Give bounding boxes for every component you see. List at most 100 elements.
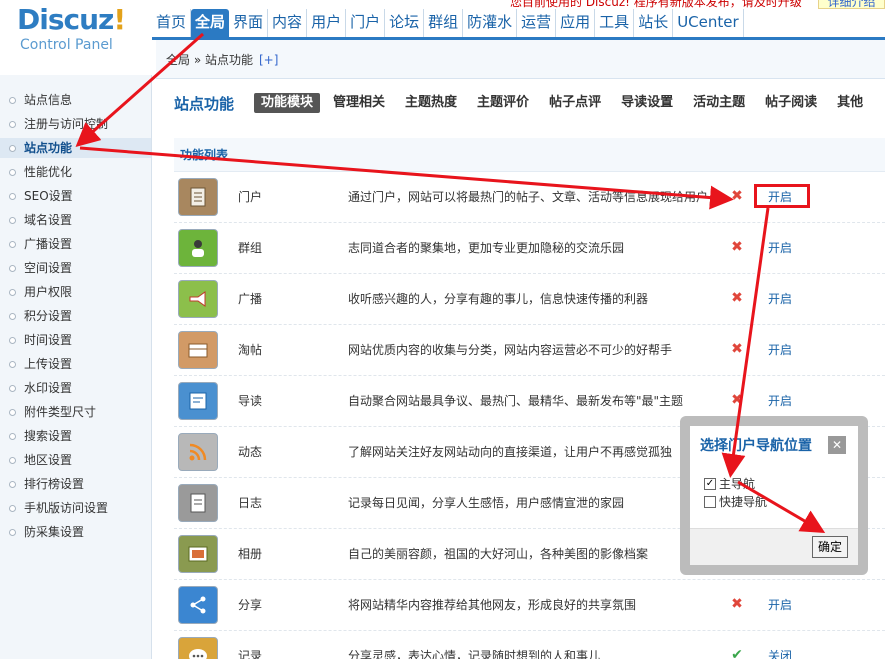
guide-icon [178,382,218,420]
sidebar-item[interactable]: 用户权限 [0,282,151,302]
page-title: 站点功能 [174,95,235,113]
sub-tab[interactable]: 管理相关 [326,93,392,113]
sidebar-item[interactable]: 注册与访问控制 [0,114,151,134]
nav-item[interactable]: 群组 [424,9,464,37]
module-name: 动态 [238,445,263,459]
module-name: 相册 [238,547,263,561]
nav-item[interactable]: 应用 [556,9,596,37]
module-name: 群组 [238,241,263,255]
module-name: 记录 [238,649,263,659]
dialog-footer: 确定 [690,528,858,565]
nav-item[interactable]: 首页 [152,9,192,37]
sidebar-item[interactable]: 排行榜设置 [0,474,151,494]
logo-subtitle: Control Panel [20,37,113,53]
module-description: 分享灵感，表达心情，记录随时想到的人和事儿 [348,649,601,659]
quick-nav-checkbox[interactable] [704,496,716,508]
sidebar-item[interactable]: 性能优化 [0,162,151,182]
sub-tab[interactable]: 主题评价 [470,93,536,113]
module-description: 将网站精华内容推荐给其他网友，形成良好的共享氛围 [348,598,637,612]
nav-item[interactable]: 全局 [191,9,230,37]
nav-item[interactable]: 工具 [595,9,635,37]
module-row: 记录 分享灵感，表达心情，记录随时想到的人和事儿 ✔ 关闭 [174,631,885,659]
module-toggle-link[interactable]: 开启 [768,580,792,631]
nav-item[interactable]: 论坛 [385,9,425,37]
nav-item[interactable]: 界面 [229,9,269,37]
logo-bang: ! [113,3,126,36]
dialog-title: 选择门户导航位置 [700,438,812,454]
module-description: 记录每日见闻，分享人生感悟，用户感情宣泄的家园 [348,496,625,510]
module-description: 了解网站关注好友网站动向的直接渠道，让用户不再感觉孤独 [348,445,673,459]
close-icon[interactable]: ✕ [828,436,846,454]
nav-item[interactable]: 用户 [307,9,347,37]
tray-icon [178,331,218,369]
rss-icon [178,433,218,471]
sidebar-item[interactable]: SEO设置 [0,186,151,206]
module-name: 淘帖 [238,343,263,357]
module-toggle-link[interactable]: 开启 [768,274,792,325]
share-icon [178,586,218,624]
option-main-nav[interactable]: ✓ 主导航 [704,476,755,492]
breadcrumb: 全局 » 站点功能 [+] [156,40,885,79]
megaphone-icon [178,280,218,318]
breadcrumb-add-link[interactable]: [+] [259,53,278,67]
enabled-icon: ✔ [731,647,743,659]
sidebar-item[interactable]: 积分设置 [0,306,151,326]
sub-tab[interactable]: 帖子阅读 [758,93,824,113]
sidebar-item[interactable]: 空间设置 [0,258,151,278]
module-row: 广播 收听感兴趣的人，分享有趣的事儿，信息快速传播的利器 ✖ 开启 [174,274,885,325]
sidebar-item[interactable]: 地区设置 [0,450,151,470]
nav-item[interactable]: 运营 [517,9,557,37]
sidebar-item[interactable]: 站点信息 [0,90,151,110]
nav-item[interactable]: 站长 [634,9,674,37]
sub-tab[interactable]: 帖子点评 [542,93,608,113]
sub-tab[interactable]: 功能模块 [254,93,321,113]
sidebar-item[interactable]: 防采集设置 [0,522,151,542]
sub-tabs: 功能模块 管理相关 主题热度 主题评价 帖子点评 导读设置 活动主题 帖子阅读 其他 [254,93,870,113]
module-toggle-link[interactable]: 开启 [768,223,792,274]
sidebar-item[interactable]: 水印设置 [0,378,151,398]
sidebar-item[interactable]: 时间设置 [0,330,151,350]
sidebar-item[interactable]: 站点功能 [0,138,151,158]
disabled-icon: ✖ [731,392,743,408]
sub-tab[interactable]: 导读设置 [614,93,680,113]
disabled-icon: ✖ [731,596,743,612]
module-row: 分享 将网站精华内容推荐给其他网友，形成良好的共享氛围 ✖ 开启 [174,580,885,631]
disabled-icon: ✖ [731,239,743,255]
sidebar-item[interactable]: 手机版访问设置 [0,498,151,518]
disabled-icon: ✖ [731,341,743,357]
blog-icon [178,484,218,522]
logo[interactable]: Discuz! Control Panel [0,0,152,70]
sidebar-item[interactable]: 上传设置 [0,354,151,374]
nav-item[interactable]: 门户 [346,9,386,37]
sidebar-item[interactable]: 搜索设置 [0,426,151,446]
update-details-link[interactable]: 详细介绍 [818,0,885,9]
sidebar-item[interactable]: 域名设置 [0,210,151,230]
nav-item[interactable]: 防灌水 [463,9,518,37]
option-label: 快捷导航 [719,495,768,509]
option-label: 主导航 [719,477,756,491]
sub-tab[interactable]: 其他 [830,93,870,113]
sidebar-item[interactable]: 附件类型尺寸 [0,402,151,422]
disabled-icon: ✖ [731,188,743,204]
portal-nav-dialog: 选择门户导航位置 ✕ ✓ 主导航 快捷导航 确定 [690,426,858,565]
option-quick-nav[interactable]: 快捷导航 [704,494,767,510]
module-description: 自动聚合网站最具争议、最热门、最精华、最新发布等"最"主题 [348,394,684,408]
module-name: 日志 [238,496,263,510]
update-notice: 您目前使用的 Discuz! 程序有新版本发布，请及时升级 [510,0,802,9]
module-toggle-link[interactable]: 开启 [768,325,792,376]
nav-item[interactable]: 内容 [268,9,308,37]
sub-tab[interactable]: 活动主题 [686,93,752,113]
confirm-button[interactable]: 确定 [812,536,848,558]
portal-icon [178,178,218,216]
sub-tab[interactable]: 主题热度 [398,93,464,113]
nav-item[interactable]: UCenter [673,9,744,37]
logo-brand: Discuz [17,3,114,36]
module-row: 淘帖 网站优质内容的收集与分类，网站内容运营必不可少的好帮手 ✖ 开启 [174,325,885,376]
album-icon [178,535,218,573]
sidebar-item[interactable]: 广播设置 [0,234,151,254]
main-nav-checkbox[interactable]: ✓ [704,478,716,490]
module-description: 自己的美丽容颜，祖国的大好河山，各种美图的影像档案 [348,547,649,561]
module-toggle-link[interactable]: 关闭 [768,631,792,659]
highlight-box [754,184,810,208]
module-description: 收听感兴趣的人，分享有趣的事儿，信息快速传播的利器 [348,292,649,306]
